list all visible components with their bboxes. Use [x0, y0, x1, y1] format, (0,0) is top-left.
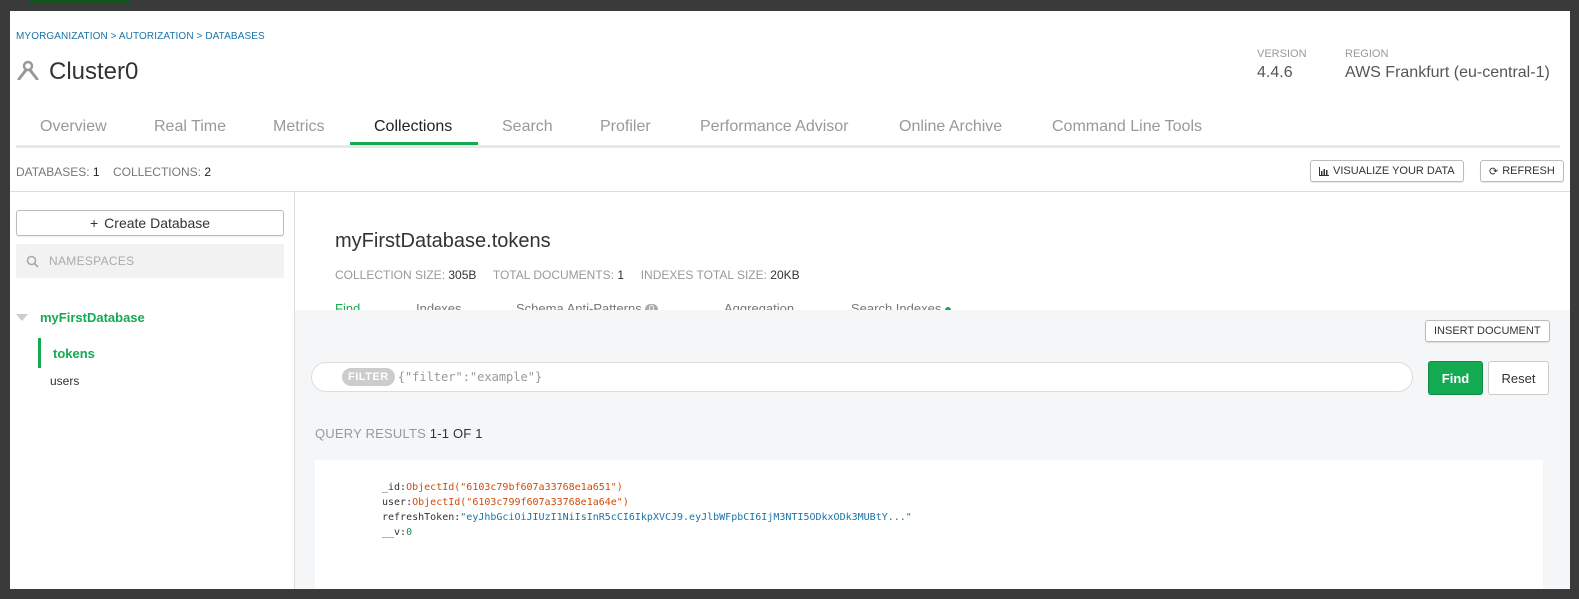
query-area: INSERT DOCUMENT FILTER {"filter":"exampl… [295, 310, 1570, 589]
document-field-refresh-token: refreshToken:"eyJhbGciOiJIUzI1NiIsInR5cC… [382, 510, 912, 525]
databases-count: 1 [92, 165, 100, 179]
cluster-header: Cluster0 [17, 58, 138, 86]
version-label: VERSION [1257, 48, 1307, 60]
cluster-name: Cluster0 [49, 58, 139, 85]
region-block: REGION AWS Frankfurt (eu-central-1) [1345, 48, 1570, 82]
tab-online-archive[interactable]: Online Archive [899, 118, 1002, 136]
field-key: refreshToken: [382, 512, 461, 523]
collection-name-tokens: tokens [53, 346, 95, 361]
plus-icon: + [89, 215, 99, 231]
query-results-count: 1-1 OF 1 [429, 426, 483, 441]
active-tab-indicator [350, 142, 478, 145]
field-value: "eyJhbGciOiJIUzI1NiIsInR5cCI6IkpXVCJ9.ey… [460, 512, 912, 523]
breadcrumb[interactable]: MYORGANIZATION > AUTORIZATION > DATABASE… [16, 31, 265, 42]
visualize-data-button[interactable]: VISUALIZE YOUR DATA [1310, 160, 1464, 182]
create-database-button[interactable]: + Create Database [16, 210, 284, 236]
collection-item-tokens[interactable]: tokens [38, 338, 281, 368]
indexes-size-label: INDEXES TOTAL SIZE: [640, 268, 767, 282]
visualize-data-label: VISUALIZE YOUR DATA [1333, 165, 1455, 177]
refresh-label: REFRESH [1502, 165, 1555, 177]
field-value: 0 [406, 527, 413, 538]
tab-profiler[interactable]: Profiler [600, 118, 651, 136]
cluster-tabs: Overview Real Time Metrics Collections S… [16, 111, 1560, 148]
tab-collections[interactable]: Collections [374, 118, 452, 136]
collection-stats: COLLECTION SIZE: 305B TOTAL DOCUMENTS: 1… [335, 268, 800, 282]
find-button[interactable]: Find [1428, 361, 1483, 395]
tab-metrics[interactable]: Metrics [273, 118, 325, 136]
databases-label: DATABASES: [16, 165, 90, 179]
cluster-icon [17, 60, 39, 85]
collections-count: 2 [204, 165, 212, 179]
tab-performance-advisor[interactable]: Performance Advisor [700, 118, 849, 136]
collection-size-value: 305B [448, 268, 477, 282]
field-value: ObjectId("6103c799f607a33768e1a64e") [412, 497, 629, 508]
tab-search[interactable]: Search [502, 118, 553, 136]
document-field-v: __v:0 [382, 525, 912, 540]
region-label: REGION [1345, 48, 1389, 60]
version-value: 4.4.6 [1257, 64, 1293, 81]
reset-button[interactable]: Reset [1488, 361, 1549, 395]
total-documents-label: TOTAL DOCUMENTS: [492, 268, 614, 282]
filter-pill: FILTER [342, 368, 395, 386]
insert-document-button[interactable]: INSERT DOCUMENT [1425, 320, 1550, 342]
collections-label: COLLECTIONS: [112, 165, 201, 179]
query-results-label: QUERY RESULTS [315, 426, 426, 441]
database-item-myfirstdatabase[interactable]: myFirstDatabase [16, 310, 145, 325]
filter-placeholder: {"filter":"example"} [397, 370, 543, 384]
document-field-id: _id:ObjectId("6103c79bf607a33768e1a651") [382, 480, 912, 495]
top-accent-bar [30, 0, 130, 3]
database-name: myFirstDatabase [40, 310, 145, 325]
refresh-icon: ⟳ [1489, 165, 1499, 178]
namespace-sidebar: + Create Database NAMESPACES myFirstData… [10, 192, 295, 589]
collection-size-label: COLLECTION SIZE: [335, 268, 446, 282]
field-value: ObjectId("6103c79bf607a33768e1a651") [406, 482, 623, 493]
document-fields: _id:ObjectId("6103c79bf607a33768e1a651")… [382, 480, 912, 540]
indexes-size-value: 20KB [770, 268, 800, 282]
collection-header: myFirstDatabase.tokens COLLECTION SIZE: … [295, 192, 1570, 316]
create-database-label: Create Database [104, 215, 211, 231]
field-key: user: [382, 497, 413, 508]
refresh-button[interactable]: ⟳ REFRESH [1480, 160, 1564, 182]
version-block: VERSION 4.4.6 [1257, 48, 1307, 82]
field-key: __v: [382, 527, 407, 538]
total-documents-value: 1 [617, 268, 625, 282]
field-key: _id: [382, 482, 407, 493]
namespace-search-placeholder: NAMESPACES [49, 254, 135, 268]
tab-real-time[interactable]: Real Time [154, 118, 226, 136]
document-card[interactable]: _id:ObjectId("6103c79bf607a33768e1a651")… [315, 460, 1543, 589]
search-icon [26, 255, 39, 268]
query-results-summary: QUERY RESULTS 1-1 OF 1 [315, 426, 483, 441]
region-value: AWS Frankfurt (eu-central-1) [1345, 64, 1550, 81]
caret-down-icon [16, 313, 28, 321]
document-field-user: user:ObjectId("6103c799f607a33768e1a64e"… [382, 495, 912, 510]
app-window: MYORGANIZATION > AUTORIZATION > DATABASE… [10, 11, 1570, 589]
tab-command-line-tools[interactable]: Command Line Tools [1052, 118, 1202, 136]
bar-chart-icon [1319, 166, 1329, 176]
filter-input[interactable]: FILTER {"filter":"example"} [311, 362, 1413, 392]
tab-overview[interactable]: Overview [40, 118, 107, 136]
collection-title: myFirstDatabase.tokens [335, 230, 551, 252]
namespace-search-input[interactable]: NAMESPACES [16, 244, 284, 278]
cluster-stats: DATABASES: 1 COLLECTIONS: 2 [16, 165, 211, 179]
collection-item-users[interactable]: users [50, 374, 79, 388]
